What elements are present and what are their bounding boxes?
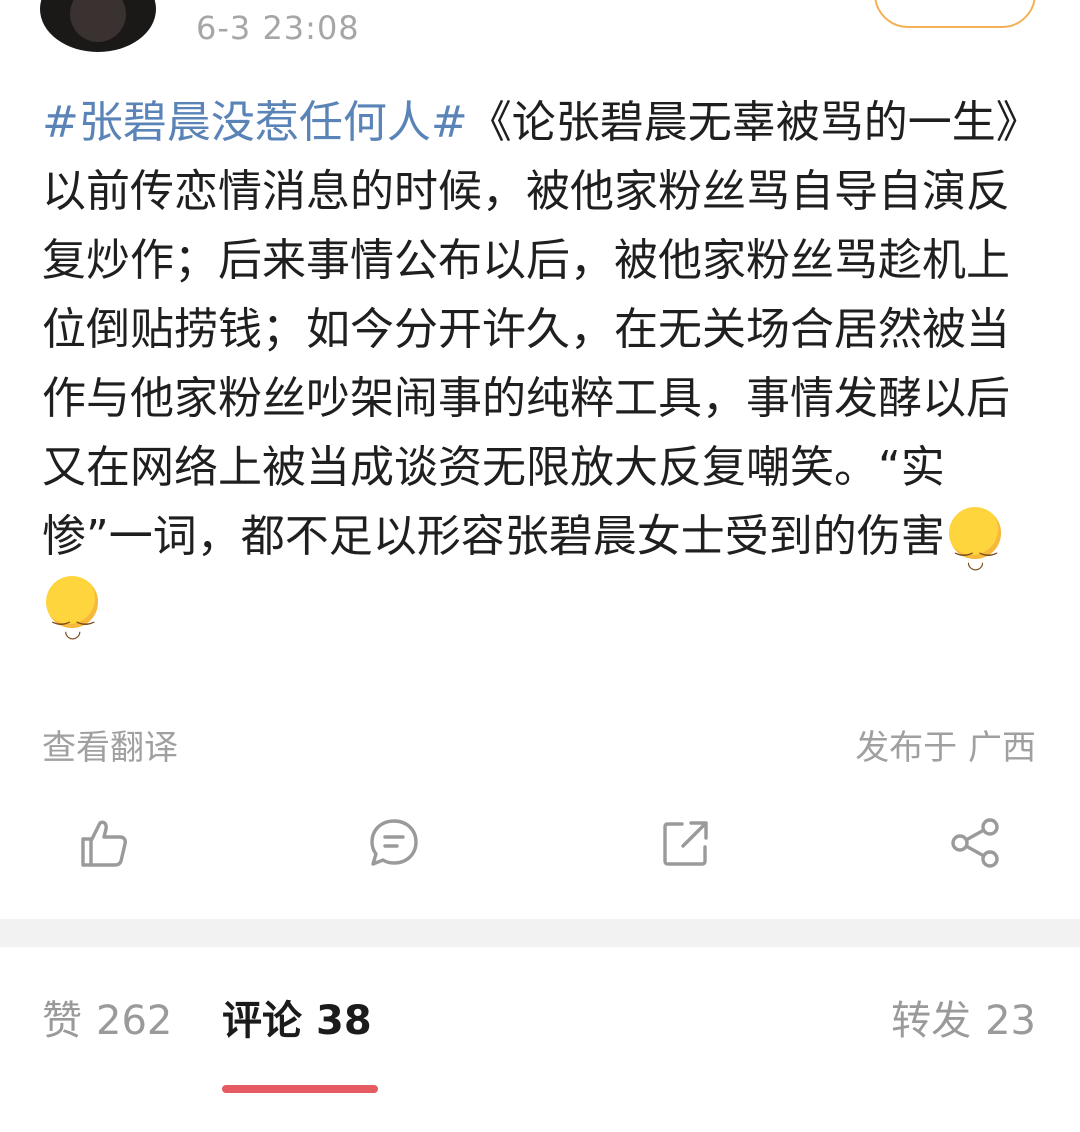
- action-bar: [0, 815, 1080, 875]
- tab-comments-label: 评论: [222, 998, 302, 1044]
- post-location: 发布于 广西: [855, 728, 1036, 768]
- avatar[interactable]: [40, 0, 156, 52]
- tab-reposts-count: 23: [985, 998, 1036, 1044]
- tab-reposts[interactable]: 转发 23: [891, 990, 1036, 1052]
- section-divider: [0, 919, 1080, 947]
- tab-comments[interactable]: 评论 38: [222, 990, 372, 1052]
- tab-likes-label: 赞: [42, 998, 82, 1044]
- repost-icon[interactable]: [658, 815, 714, 871]
- tab-comments-count: 38: [316, 998, 372, 1044]
- hashtag-link[interactable]: #张碧晨没惹任何人#: [42, 97, 468, 148]
- thumbs-up-icon[interactable]: [75, 815, 131, 871]
- tab-likes[interactable]: 赞 262: [42, 990, 172, 1052]
- smile-emoji-icon: [948, 507, 1001, 596]
- post-timestamp: 6-3 23:08: [196, 9, 360, 47]
- post-title: 《论张碧晨无辜被骂的一生》: [467, 97, 1040, 148]
- share-icon[interactable]: [948, 815, 1004, 871]
- active-tab-indicator: [222, 1085, 378, 1093]
- translate-link[interactable]: 查看翻译: [42, 720, 178, 769]
- follow-button[interactable]: [874, 0, 1036, 28]
- comment-icon[interactable]: [366, 815, 422, 871]
- engagement-tabs: 赞 262 评论 38 转发 23: [0, 990, 1080, 1060]
- post-text: #张碧晨没惹任何人#《论张碧晨无辜被骂的一生》以前传恋情消息的时候，被他家粉丝骂…: [42, 88, 1042, 665]
- tab-reposts-label: 转发: [891, 998, 972, 1044]
- tab-likes-count: 262: [96, 998, 173, 1044]
- smile-emoji-icon: [46, 576, 98, 665]
- post-body: 以前传恋情消息的时候，被他家粉丝骂自导自演反复炒作；后来事情公布以后，被他家粉丝…: [42, 166, 1010, 562]
